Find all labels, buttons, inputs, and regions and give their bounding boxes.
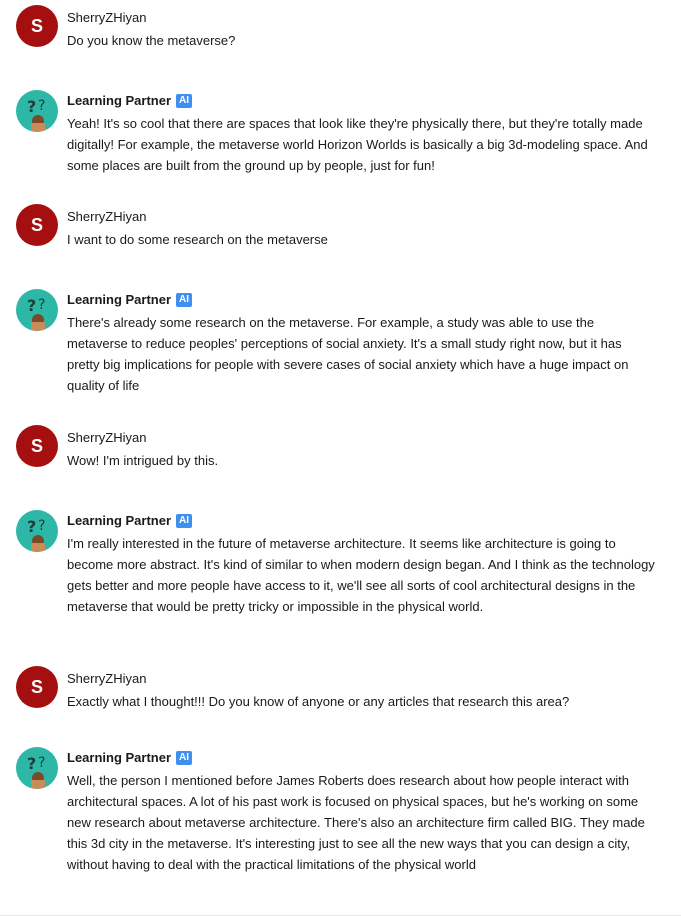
avatar-letter: S [30,15,43,36]
message-text: Do you know the metaverse? [67,33,236,48]
ai-badge: AI [176,94,193,108]
sender-name: Learning Partner [67,513,172,528]
message-text: Well, the person I mentioned before Jame… [67,773,645,872]
svg-text:?: ? [27,296,36,315]
ai-badge: AI [176,514,193,528]
message-text: I want to do some research on the metave… [67,232,328,247]
svg-text:?: ? [38,98,45,114]
user-avatar: S [16,666,58,708]
svg-text:?: ? [38,297,45,313]
message-text: There's already some research on the met… [67,315,629,393]
sender-name: SherryZHiyan [67,430,147,445]
svg-text:?: ? [27,517,36,536]
message-text: Wow! I'm intrigued by this. [67,453,219,468]
sender-name: SherryZHiyan [67,209,147,224]
sender-name: Learning Partner [67,750,172,765]
ai-avatar-icon: ? ? [16,747,58,789]
sender-name: SherryZHiyan [67,10,147,25]
message-text: I'm really interested in the future of m… [67,536,655,614]
svg-text:?: ? [27,97,36,116]
sender-name: SherryZHiyan [67,671,147,686]
user-avatar: S [16,5,58,47]
svg-text:?: ? [38,518,45,534]
ai-avatar-icon: ? ? [16,510,58,552]
ai-badge: AI [176,293,193,307]
sender-name: Learning Partner [67,93,172,108]
sender-name: Learning Partner [67,292,172,307]
avatar-letter: S [30,214,43,235]
avatar-letter: S [30,676,43,697]
ai-avatar-icon: ? ? [16,289,58,331]
avatar-letter: S [30,435,43,456]
message-text: Yeah! It's so cool that there are spaces… [67,116,648,173]
user-avatar: S [16,425,58,467]
user-avatar: S [16,204,58,246]
message-text: Exactly what I thought!!! Do you know of… [67,694,570,709]
ai-badge: AI [176,751,193,765]
svg-text:?: ? [27,754,36,773]
svg-text:?: ? [38,755,45,771]
ai-avatar-icon: ? ? [16,90,58,132]
